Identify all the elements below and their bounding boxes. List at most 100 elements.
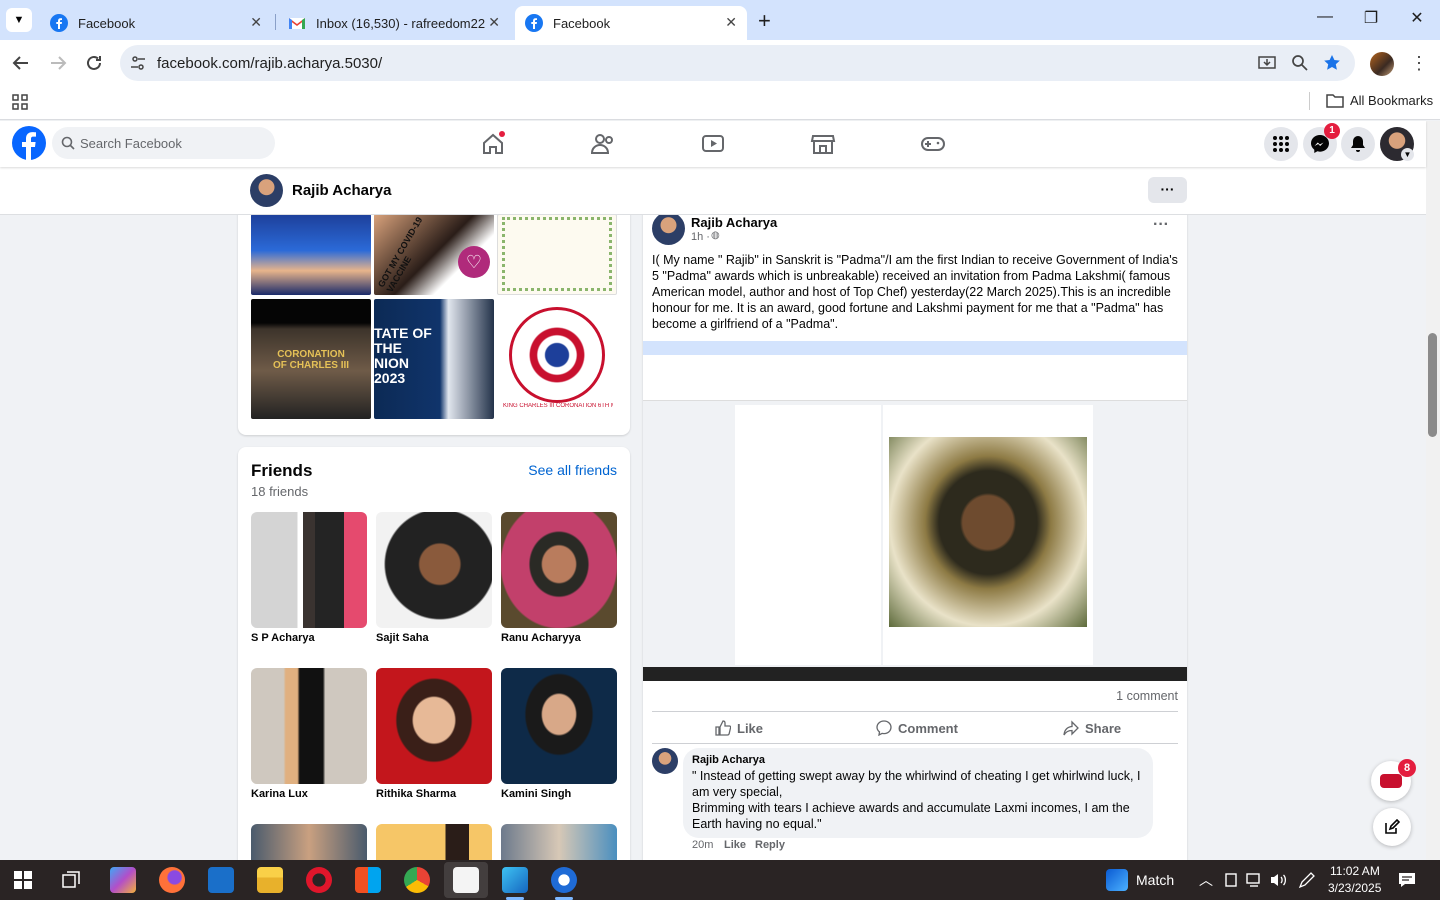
snipping-tool-icon[interactable] <box>551 867 577 893</box>
volume-icon[interactable] <box>1270 872 1288 888</box>
profile-avatar[interactable] <box>1370 52 1394 76</box>
photo-tile-4[interactable]: CORONATION OF CHARLES III <box>251 299 371 419</box>
profile-avatar-small[interactable] <box>250 174 283 207</box>
img-taskbar <box>643 667 1187 681</box>
profile-more-button[interactable]: ··· <box>1148 177 1187 203</box>
friend-name[interactable]: Kamini Singh <box>501 788 571 800</box>
task-view-icon[interactable] <box>62 871 80 889</box>
clock-date[interactable]: 3/23/2025 <box>1328 881 1381 895</box>
comment-count[interactable]: 1 comment <box>1116 689 1178 703</box>
comment-label: Comment <box>898 720 958 736</box>
tab-facebook-2[interactable]: Facebook ✕ <box>515 6 747 40</box>
all-bookmarks-link[interactable]: All Bookmarks <box>1350 93 1433 108</box>
new-message-button[interactable] <box>1373 808 1411 846</box>
file-explorer-icon[interactable] <box>257 867 283 893</box>
facebook-search-input[interactable]: Search Facebook <box>52 127 275 159</box>
windows-start-icon[interactable] <box>14 871 32 889</box>
close-window-icon[interactable]: ✕ <box>1402 8 1432 28</box>
post-author-avatar[interactable] <box>652 212 685 245</box>
minimize-icon[interactable]: — <box>1310 8 1340 26</box>
maximize-icon[interactable]: ❐ <box>1356 8 1386 28</box>
network-icon[interactable] <box>1246 872 1264 888</box>
facebook-logo-icon[interactable] <box>12 126 46 160</box>
site-settings-icon[interactable] <box>130 55 146 71</box>
comment-like-link[interactable]: Like <box>724 839 746 851</box>
comment-author[interactable]: Rajib Acharya <box>692 754 765 766</box>
close-tab-icon[interactable]: ✕ <box>250 14 262 31</box>
tab-gmail[interactable]: Inbox (16,530) - rafreedom22@ ✕ <box>278 6 510 40</box>
post-image[interactable] <box>643 341 1187 681</box>
chevron-up-icon[interactable]: ︿ <box>1199 870 1213 890</box>
menu-grid-button[interactable] <box>1264 127 1298 161</box>
weather-widget-icon[interactable] <box>1106 869 1128 891</box>
gaming-icon[interactable] <box>920 131 946 157</box>
post-author-name[interactable]: Rajib Acharya <box>691 215 777 230</box>
post-options-icon[interactable]: ··· <box>1153 216 1169 234</box>
friend-name[interactable]: Karina Lux <box>251 788 308 800</box>
photo-caption: KING CHARLES III CORONATION 6TH MAY 2023 <box>503 403 613 409</box>
windows-taskbar: Match ︿ 11:02 AM 3/23/2025 <box>0 860 1440 900</box>
reload-icon[interactable] <box>83 52 105 74</box>
friend-photo[interactable] <box>376 668 492 784</box>
clock-time[interactable]: 11:02 AM <box>1330 864 1380 878</box>
close-tab-icon[interactable]: ✕ <box>488 14 500 31</box>
chevron-down-icon[interactable]: ▼ <box>1401 148 1414 161</box>
opera-icon[interactable] <box>306 867 332 893</box>
photo-tile-3[interactable] <box>497 214 617 295</box>
post-timestamp[interactable]: 1h · <box>691 231 710 243</box>
comment-reply-link[interactable]: Reply <box>755 839 785 851</box>
device-icon[interactable] <box>1223 872 1239 888</box>
photos-app-icon[interactable] <box>502 867 528 893</box>
photo-tile-5[interactable]: TATE OF THE NION 2023 <box>374 299 494 419</box>
browser-menu-icon[interactable]: ⋮ <box>1410 52 1428 74</box>
close-tab-icon[interactable]: ✕ <box>725 14 737 31</box>
friends-icon[interactable] <box>590 131 616 157</box>
marketplace-icon[interactable] <box>810 131 836 157</box>
notification-center-icon[interactable] <box>1398 871 1416 889</box>
friend-name[interactable]: Ranu Acharyya <box>501 632 581 644</box>
comment-text: " Instead of getting swept away by the w… <box>692 769 1141 831</box>
comment-button[interactable]: Comment <box>876 717 966 739</box>
scrollbar-thumb[interactable] <box>1428 333 1437 437</box>
copilot-icon[interactable] <box>110 867 136 893</box>
profile-name[interactable]: Rajib Acharya <box>292 182 392 199</box>
comment-time[interactable]: 20m <box>692 839 713 851</box>
bookmarks-bar: All Bookmarks <box>0 86 1440 120</box>
weather-widget-label[interactable]: Match <box>1136 872 1174 888</box>
friend-photo[interactable] <box>376 512 492 628</box>
microsoft-store-icon[interactable] <box>355 867 381 893</box>
notifications-button[interactable] <box>1341 127 1375 161</box>
install-app-icon[interactable] <box>1258 54 1276 72</box>
apps-grid-icon[interactable] <box>12 94 28 110</box>
tab-list-button[interactable]: ▼ <box>6 8 32 32</box>
friend-name[interactable]: Sajit Saha <box>376 632 429 644</box>
like-button[interactable]: Like <box>715 717 775 739</box>
forward-arrow-icon[interactable] <box>47 52 69 74</box>
comment-author-avatar[interactable] <box>652 748 678 774</box>
photo-tile-1[interactable] <box>251 214 371 295</box>
friend-photo[interactable] <box>501 668 617 784</box>
watch-video-icon[interactable] <box>700 131 726 157</box>
tab-facebook-1[interactable]: Facebook ✕ <box>40 6 272 40</box>
friend-name[interactable]: Rithika Sharma <box>376 788 456 800</box>
remote-desktop-icon[interactable] <box>208 867 234 893</box>
address-bar[interactable]: facebook.com/rajib.acharya.5030/ <box>120 45 1355 81</box>
friend-photo[interactable] <box>251 512 367 628</box>
friend-photo[interactable] <box>251 668 367 784</box>
page-scrollbar[interactable] <box>1426 121 1440 860</box>
google-chrome-icon[interactable] <box>404 867 430 893</box>
img-photo <box>889 437 1087 627</box>
share-button[interactable]: Share <box>1063 717 1133 739</box>
new-tab-button[interactable]: + <box>758 8 771 34</box>
friend-name[interactable]: S P Acharya <box>251 632 315 644</box>
back-arrow-icon[interactable] <box>10 52 32 74</box>
bookmark-star-icon[interactable] <box>1323 54 1341 72</box>
zoom-icon[interactable] <box>1291 54 1309 72</box>
firefox-icon[interactable] <box>159 867 185 893</box>
photo-tile-6[interactable]: KING CHARLES III CORONATION 6TH MAY 2023 <box>497 299 617 419</box>
friend-photo[interactable] <box>501 512 617 628</box>
photo-tile-2[interactable]: GOT MY COVID-19 VACCINE ♡ <box>374 214 494 295</box>
see-all-friends-link[interactable]: See all friends <box>528 462 617 478</box>
home-icon[interactable] <box>480 131 506 157</box>
pen-icon[interactable] <box>1298 871 1316 889</box>
